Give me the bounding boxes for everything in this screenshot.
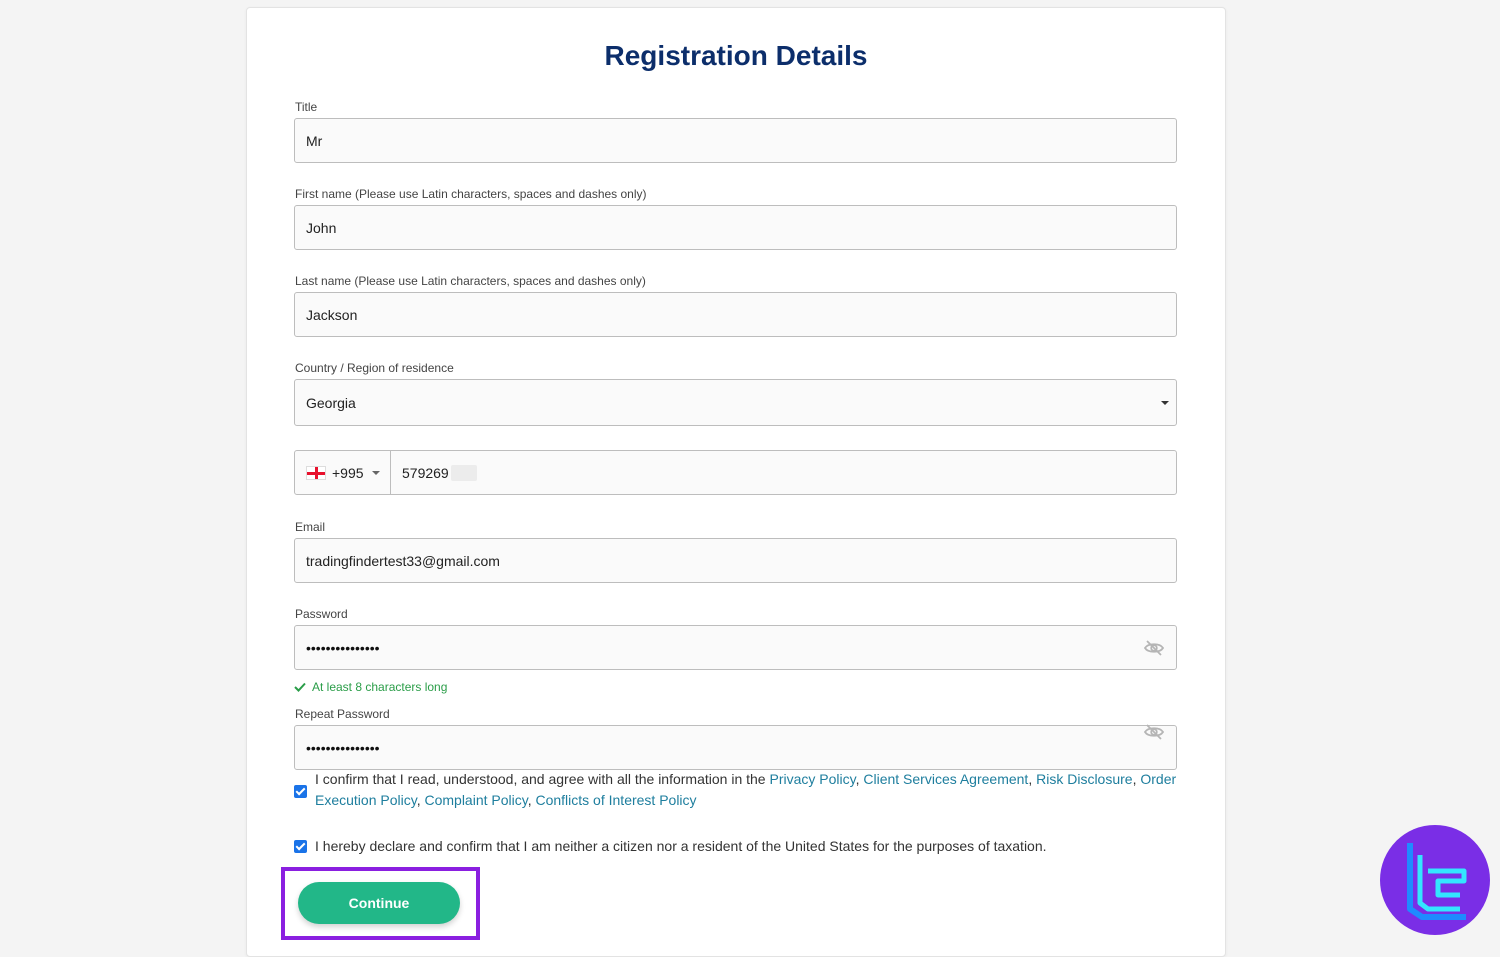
phone-input[interactable]: 579269 [391, 451, 1176, 494]
phone-field: +995 579269 [294, 450, 1177, 495]
consent-checkbox[interactable] [294, 785, 307, 798]
email-field[interactable]: tradingfindertest33@gmail.com [294, 538, 1177, 583]
complaint-policy-link[interactable]: Complaint Policy [424, 792, 527, 808]
country-value: Georgia [306, 394, 356, 411]
email-label: Email [295, 520, 326, 534]
continue-button[interactable]: Continue [298, 882, 460, 924]
privacy-policy-link[interactable]: Privacy Policy [769, 771, 855, 787]
dial-code-select[interactable]: +995 [295, 451, 391, 494]
repeat-password-value: ••••••••••••••• [306, 739, 380, 756]
page-title: Registration Details [604, 40, 868, 71]
first-name-field[interactable]: John [294, 205, 1177, 250]
client-services-agreement-link[interactable]: Client Services Agreement [863, 771, 1028, 787]
password-field[interactable]: ••••••••••••••• [294, 625, 1177, 670]
eye-off-icon[interactable] [1144, 639, 1164, 657]
consent-text-block: I confirm that I read, understood, and a… [315, 771, 1177, 808]
repeat-password-label: Repeat Password [295, 707, 390, 721]
redacted-digits [450, 464, 477, 481]
registration-card: Registration Details Title Mr First name… [246, 7, 1226, 957]
consent-text: I confirm that I read, understood, and a… [315, 771, 766, 787]
conflicts-of-interest-policy-link[interactable]: Conflicts of Interest Policy [535, 792, 696, 808]
tradingfinder-logo-icon [1380, 825, 1490, 935]
first-name-value: John [306, 219, 337, 236]
us-declaration-row: I hereby declare and confirm that I am n… [294, 836, 1179, 857]
title-label: Title [295, 100, 318, 114]
georgia-flag-icon [306, 465, 326, 480]
password-hint: At least 8 characters long [294, 680, 447, 694]
title-value: Mr [306, 132, 323, 149]
risk-disclosure-link[interactable]: Risk Disclosure [1036, 771, 1132, 787]
eye-off-icon[interactable] [1144, 723, 1164, 741]
country-select[interactable]: Georgia [294, 379, 1177, 426]
last-name-value: Jackson [306, 306, 358, 323]
last-name-label: Last name (Please use Latin characters, … [295, 274, 646, 288]
repeat-password-field[interactable]: ••••••••••••••• [294, 723, 1177, 770]
dial-code: +995 [332, 464, 364, 481]
title-field[interactable]: Mr [294, 118, 1177, 163]
us-declaration-checkbox[interactable] [294, 840, 307, 853]
check-icon [294, 682, 306, 692]
last-name-field[interactable]: Jackson [294, 292, 1177, 337]
chevron-down-icon [1161, 401, 1169, 405]
country-label: Country / Region of residence [295, 361, 454, 375]
password-hint-text: At least 8 characters long [312, 680, 448, 694]
email-value: tradingfindertest33@gmail.com [306, 552, 500, 569]
phone-value: 579269 [402, 464, 449, 481]
password-label: Password [295, 607, 348, 621]
chevron-down-icon [371, 470, 380, 475]
first-name-label: First name (Please use Latin characters,… [295, 187, 647, 201]
us-declaration-text: I hereby declare and confirm that I am n… [315, 838, 1047, 854]
password-value: ••••••••••••••• [306, 639, 380, 656]
consent-row: I confirm that I read, understood, and a… [294, 769, 1179, 811]
